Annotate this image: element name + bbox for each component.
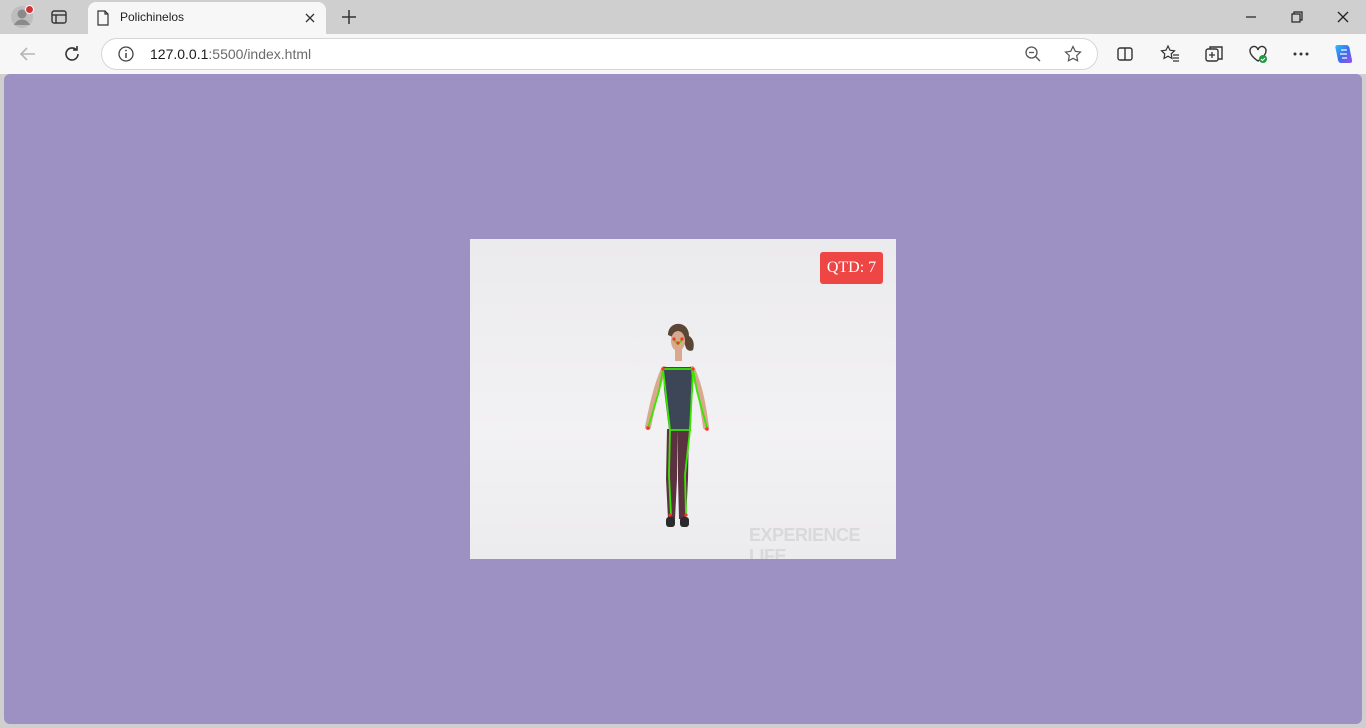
site-info-icon[interactable] — [117, 45, 135, 63]
address-bar[interactable]: 127.0.0.1:5500/index.html — [101, 38, 1098, 70]
video-watermark: EXPERIENCE LIFE — [749, 525, 861, 559]
more-options-icon[interactable] — [1290, 43, 1312, 65]
tab-title: Polichinelos — [120, 10, 185, 24]
url-path: :5500/index.html — [208, 46, 312, 62]
url-host: 127.0.0.1 — [150, 46, 209, 62]
minimize-icon[interactable] — [1240, 6, 1262, 28]
copilot-icon[interactable] — [1332, 42, 1356, 66]
close-tab-icon[interactable] — [302, 10, 318, 26]
zoom-out-icon[interactable] — [1023, 44, 1043, 64]
restore-icon[interactable] — [1286, 6, 1308, 28]
collections-icon[interactable] — [1203, 43, 1225, 65]
favorites-icon[interactable] — [1159, 43, 1181, 65]
browser-toolbar: 127.0.0.1:5500/index.html — [0, 34, 1366, 74]
repetition-counter-badge: QTD: 7 — [820, 252, 883, 284]
webcam-video-frame: EXPERIENCE LIFE QTD: 7 — [470, 239, 896, 559]
new-tab-icon[interactable] — [339, 7, 359, 27]
profile-avatar-icon[interactable] — [10, 5, 34, 29]
page-viewport: EXPERIENCE LIFE QTD: 7 — [4, 74, 1362, 724]
tab-strip: Polichinelos — [0, 0, 1366, 34]
refresh-icon[interactable] — [61, 43, 83, 65]
url-text[interactable]: 127.0.0.1:5500/index.html — [150, 46, 311, 62]
person-pose-illustration — [645, 323, 709, 527]
favorite-star-icon[interactable] — [1063, 44, 1083, 64]
back-arrow-icon[interactable] — [17, 43, 39, 65]
split-screen-icon[interactable] — [1114, 43, 1136, 65]
browser-essentials-icon[interactable] — [1247, 43, 1269, 65]
notification-dot-icon — [25, 5, 34, 14]
tab-actions-icon[interactable] — [50, 8, 68, 26]
tab-polichinelos[interactable]: Polichinelos — [88, 2, 326, 34]
page-file-icon — [96, 10, 110, 26]
close-window-icon[interactable] — [1332, 6, 1354, 28]
